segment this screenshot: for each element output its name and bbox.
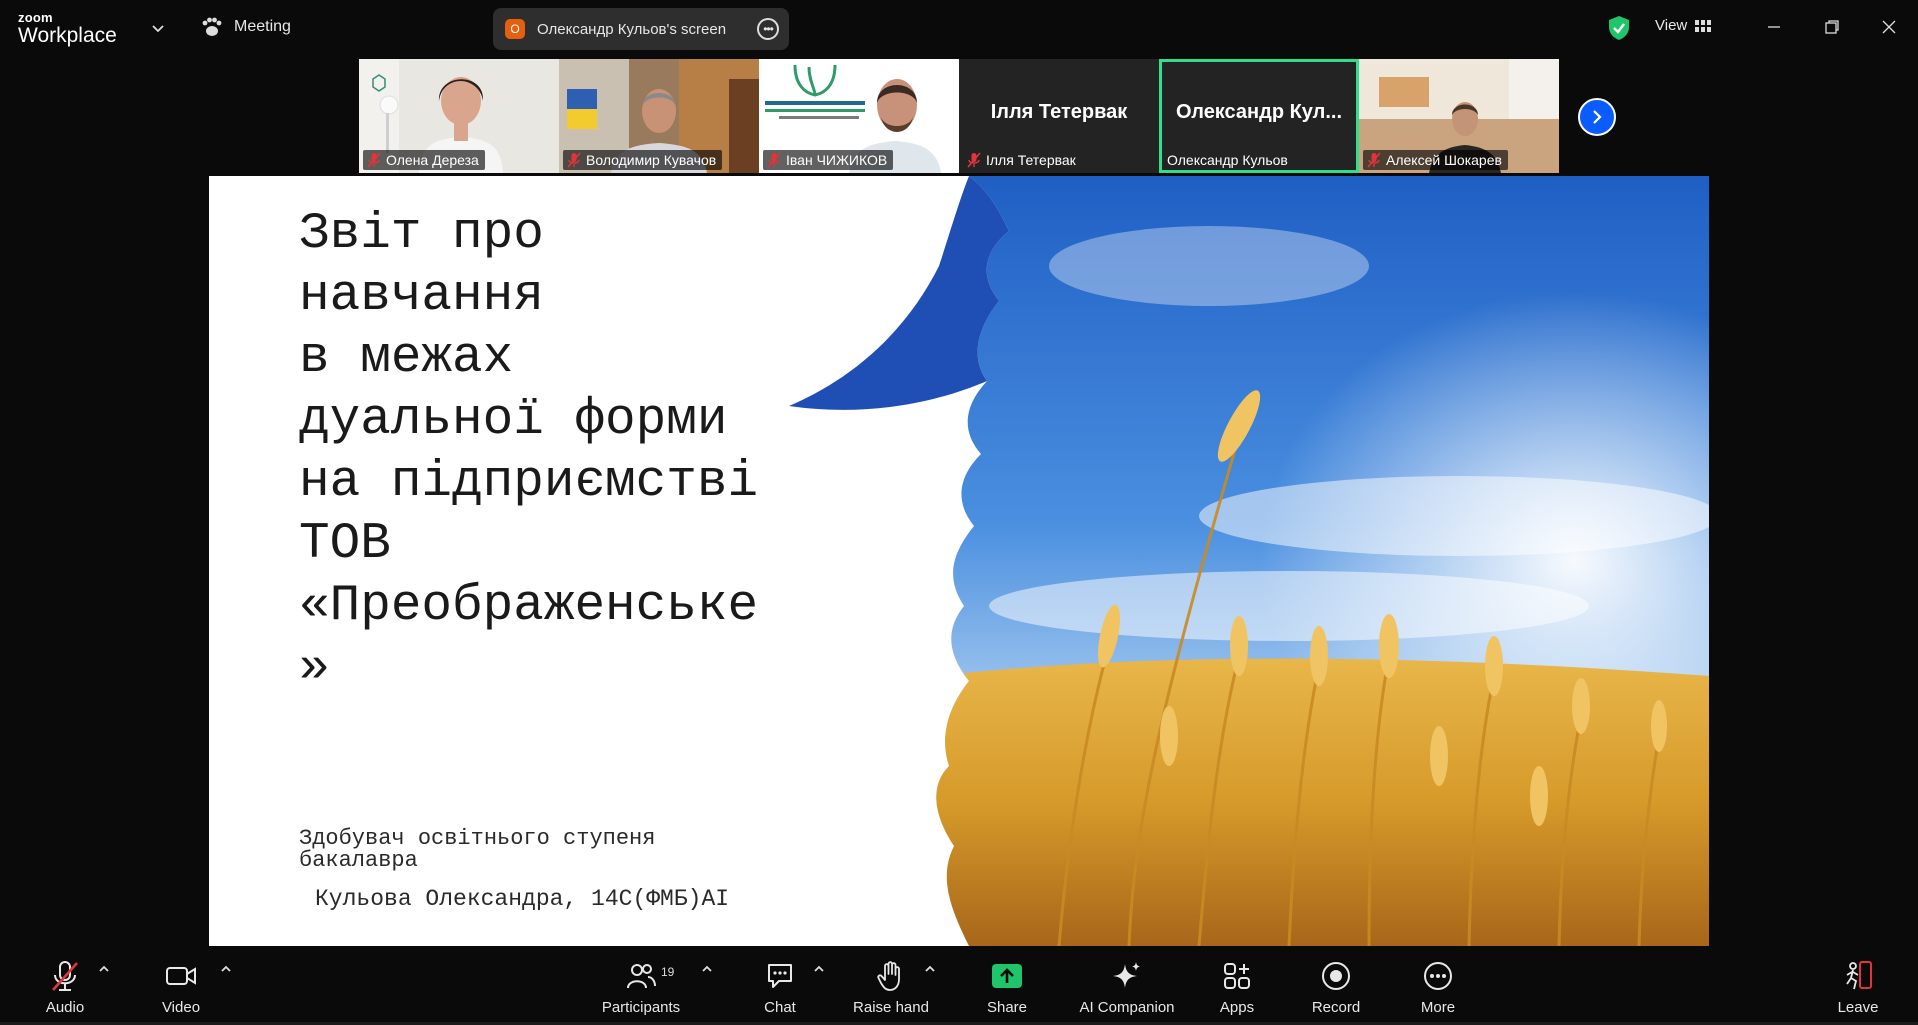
- restore-icon: [1825, 20, 1839, 34]
- leave-door-icon: [1846, 961, 1872, 990]
- raise-hand-icon: [877, 961, 900, 991]
- mic-muted-icon: [567, 152, 581, 168]
- participant-display-name: Олександр Кул...: [1175, 101, 1343, 123]
- apps-grid-icon: [1224, 963, 1250, 989]
- mic-muted-icon: [767, 152, 781, 168]
- participants-count-badge: 19: [661, 965, 675, 979]
- zoom-logo[interactable]: zoom Workplace: [18, 11, 117, 46]
- chat-button[interactable]: Chat: [757, 947, 803, 1025]
- view-button[interactable]: View: [1655, 17, 1712, 34]
- raise-hand-button[interactable]: Raise hand: [850, 947, 932, 1025]
- ai-sparkle-icon: [1113, 962, 1140, 988]
- chat-bubble-icon: [768, 964, 792, 988]
- grid-view-icon: [1695, 19, 1712, 32]
- participant-tile[interactable]: Ілля Тетервак Ілля Тетервак: [959, 59, 1159, 173]
- slide-subtitle: Здобувач освітнього ступеня бакалавра: [299, 826, 656, 873]
- brand-bottom: Workplace: [18, 24, 117, 47]
- record-button[interactable]: Record: [1310, 947, 1362, 1025]
- participant-name-label: Іван ЧИЖИКОВ: [763, 150, 894, 170]
- participant-tile-active-speaker[interactable]: Олександр Кул... Олександр Кульов: [1159, 59, 1359, 173]
- participant-name-label: Володимир Кувачов: [563, 150, 723, 170]
- close-icon: [1882, 20, 1896, 34]
- audio-options-caret-icon[interactable]: [96, 961, 112, 977]
- minimize-button[interactable]: [1761, 14, 1787, 40]
- slide-title: Звіт про навчання в межах дуальної форми…: [299, 206, 759, 697]
- participant-tile[interactable]: Іван ЧИЖИКОВ: [759, 59, 959, 173]
- restore-button[interactable]: [1819, 14, 1845, 40]
- participant-strip: Олена Дереза Володимир Кувачов Іван ЧИЖИ…: [359, 59, 1559, 173]
- more-options-icon[interactable]: •••: [757, 18, 779, 40]
- shared-screen-slide: Звіт про навчання в межах дуальної форми…: [209, 176, 1709, 946]
- participant-display-name: Ілля Тетервак: [990, 101, 1128, 123]
- mic-muted-icon: [1367, 152, 1381, 168]
- chevron-right-icon: [1593, 110, 1602, 124]
- participants-button[interactable]: Participants: [598, 947, 684, 1025]
- participant-tile[interactable]: Олена Дереза: [359, 59, 559, 173]
- view-label: View: [1655, 17, 1688, 34]
- close-button[interactable]: [1876, 14, 1902, 40]
- chat-options-caret-icon[interactable]: [811, 961, 827, 977]
- apps-button[interactable]: Apps: [1212, 947, 1262, 1025]
- record-icon: [1322, 962, 1350, 990]
- meeting-info-button[interactable]: Meeting: [200, 17, 291, 37]
- shield-check-icon[interactable]: [1607, 15, 1631, 41]
- participant-name-label: Ілля Тетервак: [963, 150, 1082, 170]
- participant-tile[interactable]: Володимир Кувачов: [559, 59, 759, 173]
- screen-share-avatar: O: [505, 19, 525, 39]
- participant-name-label: Алексей Шокарев: [1363, 150, 1508, 170]
- paw-icon: [202, 17, 222, 36]
- participant-name-label: Олена Дереза: [363, 150, 485, 170]
- audio-button[interactable]: Audio: [40, 947, 90, 1025]
- mic-muted-icon: [52, 961, 78, 991]
- slide-author: Кульова Олександра, 14С(ФМБ)АІ: [315, 886, 730, 912]
- participants-options-caret-icon[interactable]: [699, 961, 715, 977]
- participants-icon: [627, 964, 656, 989]
- next-participants-button[interactable]: [1578, 98, 1616, 136]
- minimize-icon: [1768, 26, 1780, 28]
- share-screen-icon: [992, 964, 1022, 988]
- participant-tile[interactable]: Алексей Шокарев: [1359, 59, 1559, 173]
- more-button[interactable]: More: [1413, 947, 1463, 1025]
- leave-button[interactable]: Leave: [1833, 947, 1883, 1025]
- top-bar: zoom Workplace Meeting O Олександр Кульо…: [0, 0, 1918, 56]
- meeting-label: Meeting: [234, 18, 291, 35]
- video-button[interactable]: Video: [156, 947, 206, 1025]
- more-dots-icon: [1424, 962, 1452, 990]
- screen-share-label: Олександр Кульов's screen: [537, 20, 727, 38]
- reactions-caret-icon[interactable]: [922, 961, 938, 977]
- mic-muted-icon: [367, 152, 381, 168]
- meeting-toolbar: Audio Video Participants 19 Chat Raise h…: [0, 947, 1918, 1025]
- screen-share-indicator[interactable]: O Олександр Кульов's screen •••: [493, 8, 789, 50]
- share-button[interactable]: Share: [982, 947, 1032, 1025]
- participant-name-label: Олександр Кульов: [1167, 152, 1288, 168]
- ai-companion-button[interactable]: AI Companion: [1074, 947, 1180, 1025]
- mic-muted-icon: [967, 152, 981, 168]
- video-camera-icon: [166, 967, 196, 985]
- video-options-caret-icon[interactable]: [218, 961, 234, 977]
- brand-top: zoom: [18, 10, 53, 25]
- chevron-down-icon[interactable]: [150, 20, 166, 36]
